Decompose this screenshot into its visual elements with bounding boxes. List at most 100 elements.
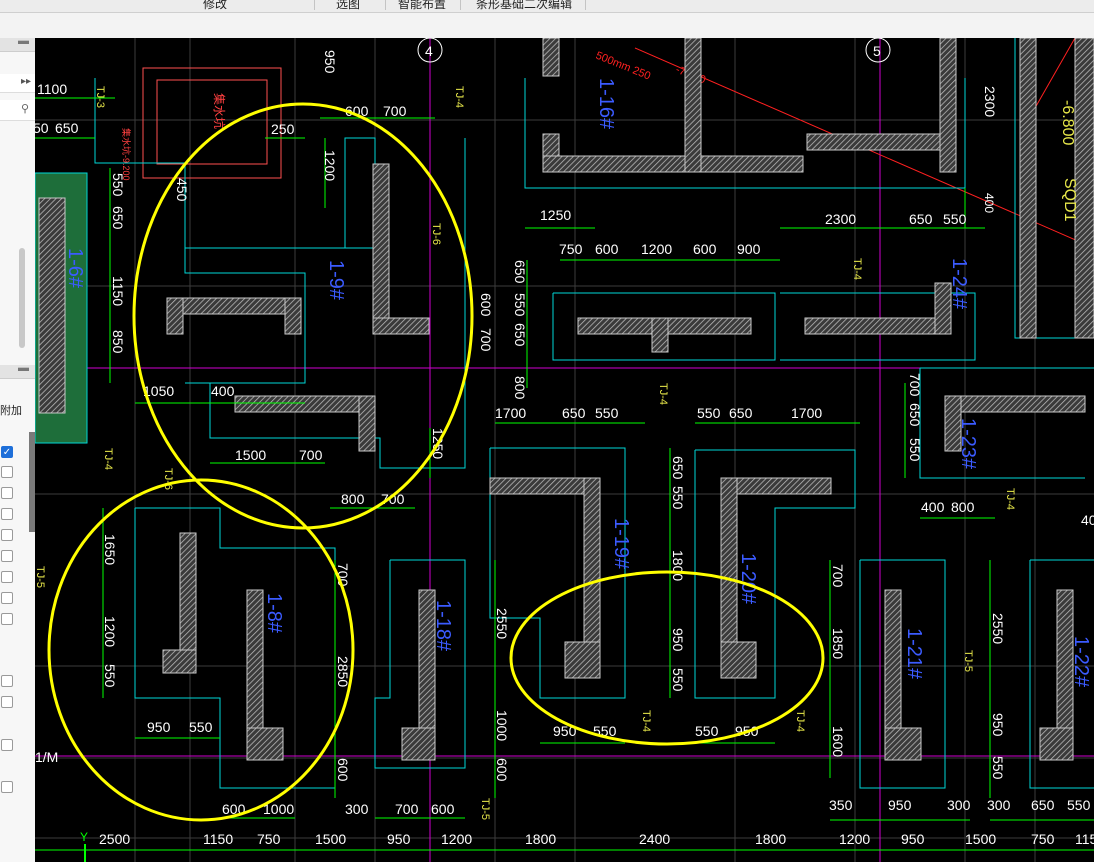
search-icon[interactable]: ⚲ xyxy=(21,102,29,115)
attach-checkbox[interactable] xyxy=(1,781,13,793)
strip-tag: TJ-5 xyxy=(35,566,46,588)
attach-checkbox[interactable] xyxy=(1,675,13,687)
dim-text: 900 xyxy=(737,241,761,257)
dim-text: 1100 xyxy=(37,81,67,97)
attach-checkbox[interactable] xyxy=(1,550,13,562)
attach-checkbox[interactable] xyxy=(1,487,13,499)
dim-text: 800 xyxy=(512,376,528,400)
dim-text: 550 xyxy=(189,719,213,735)
dim-text: 1500 xyxy=(965,831,996,847)
hatched-walls xyxy=(162,38,1094,761)
dim-text: 300 xyxy=(987,797,1011,813)
drawing-svg[interactable]: 4 5 P 1/M Y 1-6# 集水坑 集水坑-9.200 500mm 250… xyxy=(35,38,1094,862)
dim-text: 700 xyxy=(381,491,405,507)
red-leader-line xyxy=(1034,38,1076,109)
side-code-label: SQD1 xyxy=(1061,178,1078,222)
attach-checkbox[interactable] xyxy=(1,613,13,625)
attach-checkbox[interactable] xyxy=(1,508,13,520)
foundation-label: 1-9# xyxy=(325,260,347,301)
dim-text: 450 xyxy=(174,178,190,202)
dim-text: 550 xyxy=(1067,797,1091,813)
strip-tag: TJ-4 xyxy=(794,710,806,732)
dim-text: 950 xyxy=(990,713,1006,737)
dim-text: 950 xyxy=(387,831,411,847)
toolbar-separator xyxy=(460,0,461,10)
dim-text: 950 xyxy=(322,50,338,74)
strip-tag: TJ-4 xyxy=(640,710,652,732)
strip-tag: TJ-5 xyxy=(479,798,491,820)
attach-checkbox[interactable] xyxy=(1,571,13,583)
dim-text: 700 xyxy=(299,447,323,463)
strip-tag: TJ-5 xyxy=(962,650,974,672)
dim-text: 650 xyxy=(729,405,753,421)
dim-text: 1500 xyxy=(235,447,266,463)
search-input[interactable]: ⚲ xyxy=(0,100,35,121)
dim-text: 550 xyxy=(695,723,719,739)
dim-text: 2400 xyxy=(639,831,670,847)
collapse-icon[interactable]: ▬ xyxy=(18,362,29,374)
dim-text: 550 xyxy=(907,438,923,462)
highlight-ellipses xyxy=(47,102,825,822)
dim-text: 1200 xyxy=(839,831,870,847)
secondary-bar xyxy=(0,13,1094,39)
dim-text: 650 xyxy=(512,260,528,284)
dim-text: 1200 xyxy=(641,241,672,257)
expand-arrows-icon[interactable]: ▸▸ xyxy=(21,76,31,87)
dim-text: 1800 xyxy=(670,550,686,581)
dim-text: 550 xyxy=(990,756,1006,780)
toolbar-item-modify[interactable]: 修改 xyxy=(203,0,227,12)
attach-checkbox[interactable]: ✓ xyxy=(1,446,13,458)
dim-text: 2550 xyxy=(990,613,1006,644)
dim-text: 400 xyxy=(211,383,235,399)
dim-text: 950 xyxy=(670,628,686,652)
dim-text: 700 xyxy=(383,103,407,119)
dim-text: 650 xyxy=(55,120,79,136)
dim-text: 600 xyxy=(595,241,619,257)
dim-text: 850 xyxy=(110,330,126,354)
dim-text: 550 xyxy=(595,405,619,421)
attach-checkbox[interactable] xyxy=(1,529,13,541)
toolbar-separator xyxy=(585,0,586,10)
dim-text: 1600 xyxy=(830,726,846,757)
foundation-label: 1-16# xyxy=(595,78,617,130)
foundation-label: 1-23# xyxy=(957,418,979,470)
foundation-label: 1-21# xyxy=(903,628,925,680)
panel-scrollbar[interactable] xyxy=(19,248,25,348)
dim-text: 750 xyxy=(559,241,583,257)
dim-text: 1250 xyxy=(540,207,571,223)
dim-text: 550 xyxy=(110,173,126,197)
dim-text: 650 xyxy=(1031,797,1055,813)
attach-checkbox[interactable] xyxy=(1,592,13,604)
dim-text: 1000 xyxy=(494,710,510,741)
dim-text: 600 xyxy=(335,758,351,782)
axis-dimension-row: 2500 1150 750 1500 950 1200 1800 2400 18… xyxy=(35,831,1094,851)
toolbar-item-smart-layout[interactable]: 智能布置 xyxy=(398,0,446,12)
panel-header-attributes: ▬ xyxy=(0,362,35,379)
dim-text: 950 xyxy=(901,831,925,847)
sump-pit-outer[interactable] xyxy=(142,67,282,179)
dim-text: 950 xyxy=(147,719,171,735)
foundation-label: 1-24# xyxy=(948,258,970,310)
attach-checkbox[interactable] xyxy=(1,696,13,708)
toolbar-item-strip-edit[interactable]: 条形基础二次编辑 xyxy=(476,0,572,12)
dim-text: 2550 xyxy=(494,608,510,639)
dim-text: 750 xyxy=(1031,831,1055,847)
dim-text: 2500 xyxy=(99,831,130,847)
toolbar-item-select-drawing[interactable]: 选图 xyxy=(336,0,360,12)
dim-text: 550 xyxy=(943,211,967,227)
strip-tag: TJ-4 xyxy=(1004,488,1016,510)
dim-text: 115 xyxy=(1075,831,1094,847)
dim-text: 950 xyxy=(888,797,912,813)
collapse-icon[interactable]: ▬ xyxy=(18,38,29,47)
dim-text: 800 xyxy=(951,499,975,515)
cad-drawing-canvas[interactable]: 4 5 P 1/M Y 1-6# 集水坑 集水坑-9.200 500mm 250… xyxy=(35,38,1094,862)
dim-text: 250 xyxy=(271,121,295,137)
attach-checkbox[interactable] xyxy=(1,739,13,751)
dim-text: 800 xyxy=(341,491,365,507)
toolbar-separator xyxy=(314,0,315,10)
attach-checkbox[interactable] xyxy=(1,466,13,478)
dim-text: 1200 xyxy=(441,831,472,847)
toolbar-separator xyxy=(385,0,386,10)
panel-nav-row[interactable]: ▸▸ xyxy=(0,74,35,93)
dim-text: 400 xyxy=(1081,512,1094,528)
